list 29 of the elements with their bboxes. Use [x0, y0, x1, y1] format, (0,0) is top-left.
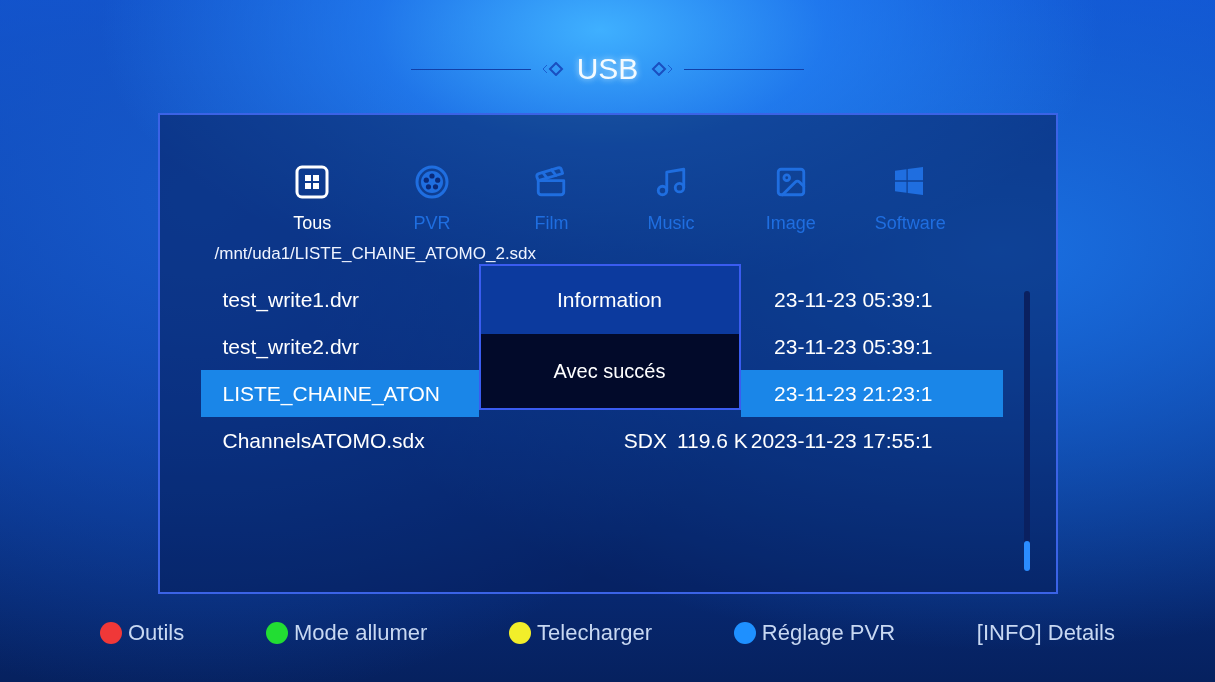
file-date-cell-text: 2023-11-23 17:55:1 [749, 427, 934, 454]
grid-icon [295, 165, 330, 199]
file-date-cell-text: 23-11-23 05:39:1 [773, 286, 934, 313]
category-tab[interactable]: Film [491, 165, 612, 234]
screen-title: USB [576, 52, 639, 86]
category-tab[interactable]: Tous [252, 165, 373, 234]
file-name-cell[interactable]: test_write2.dvr [200, 323, 479, 370]
film-reel-icon [414, 165, 449, 199]
key-hint: Réglage PVR [761, 620, 896, 646]
category-tab[interactable]: PVR [372, 165, 492, 234]
file-name-cell[interactable]: LISTE_CHAINE_ATON [200, 370, 479, 417]
category-tab[interactable]: Image [730, 165, 851, 234]
key-hint: Outils [128, 620, 185, 646]
file-type-cell-text: SDX [622, 427, 667, 454]
dialog-title: Information [480, 266, 739, 334]
file-path: /mnt/uda1/LISTE_CHAINE_ATOMO_2.sdx [214, 244, 538, 264]
category-tab[interactable]: Software [850, 165, 971, 234]
file-name-cell[interactable]: ChannelsATOMO.sdx [200, 417, 614, 464]
scrollbar[interactable] [1023, 291, 1030, 571]
file-name-cell[interactable]: test_write1.dvr [200, 276, 479, 323]
key-hint: Mode allumer [294, 620, 428, 646]
file-size-cell-text: 119.6 K [675, 427, 748, 454]
key-hint: Telecharger [537, 620, 652, 646]
key-hint: [INFO] Details [976, 620, 1115, 646]
dialog-message: Avec succés [552, 360, 667, 383]
file-date-cell-text: 23-11-23 05:39:1 [773, 333, 934, 360]
category-tab[interactable]: Music [611, 165, 731, 234]
file-date-cell: 23-11-23 21:23:1 [740, 370, 1003, 417]
scroll-thumb[interactable] [1023, 541, 1030, 571]
